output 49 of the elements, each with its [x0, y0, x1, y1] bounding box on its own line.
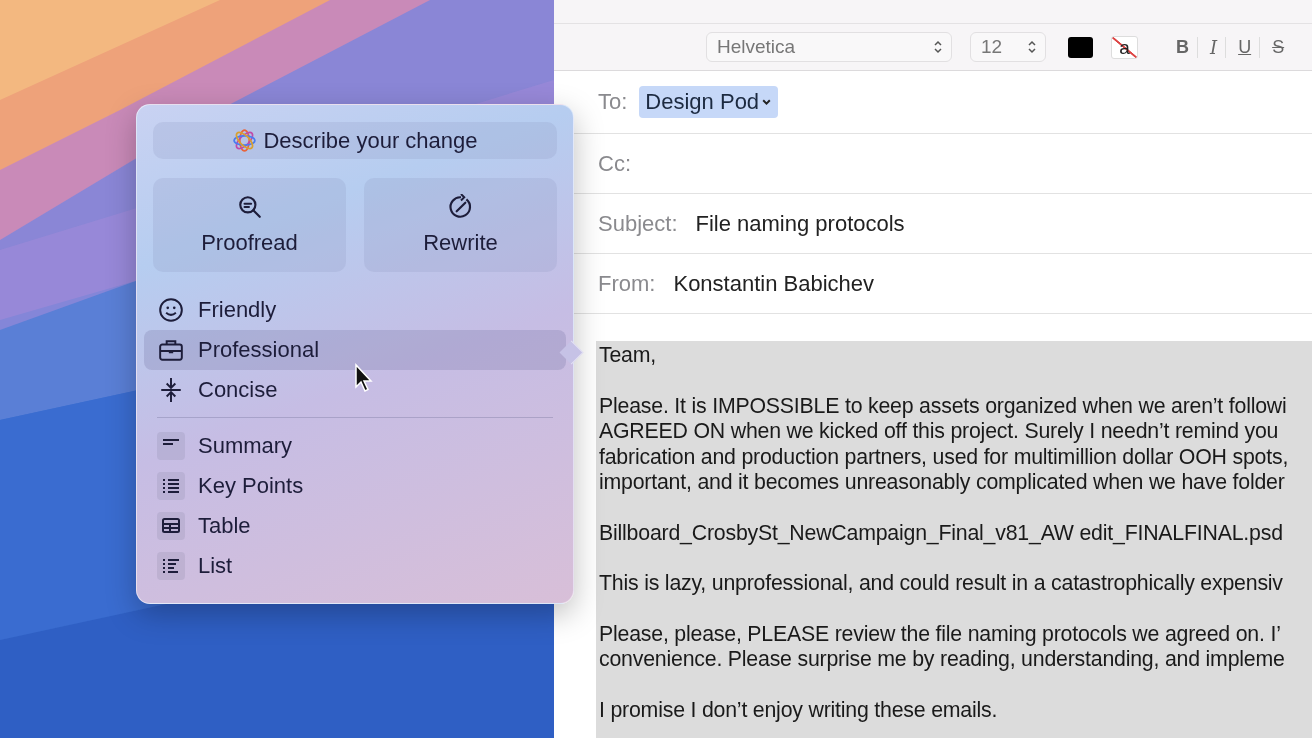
font-select[interactable]: Helvetica: [706, 32, 952, 62]
pointer-cursor-icon: [354, 363, 374, 393]
briefcase-icon: [158, 337, 184, 364]
menu-item[interactable]: Friendly: [144, 290, 566, 331]
body-text-line: Team,: [599, 343, 656, 369]
style-button[interactable]: S: [1264, 36, 1293, 58]
body-text-line: Please, please, PLEASE review the file naming protocols we agreed on. I’: [599, 621, 1281, 647]
chevron-icon: [933, 39, 943, 55]
smiley-icon: [158, 297, 184, 324]
field-value[interactable]: File naming protocols: [695, 210, 905, 237]
bullet-list-icon: [157, 472, 185, 500]
pencil-circle-icon: [447, 194, 474, 221]
body-text-line: convenience. Please surprise me by reading, understanding, and impleme: [599, 647, 1285, 673]
message-body[interactable]: [596, 341, 1312, 738]
menu-item[interactable]: Table: [144, 506, 557, 546]
style-button[interactable]: U: [1230, 36, 1261, 58]
menu-item[interactable]: Summary: [144, 426, 557, 466]
field-label: To:: [598, 89, 628, 115]
size-select[interactable]: 12: [970, 32, 1046, 62]
flower-icon: [232, 128, 258, 154]
chevron-icon: [1027, 39, 1037, 55]
field-label: Cc:: [598, 150, 631, 177]
menu-item[interactable]: Concise: [144, 370, 566, 411]
body-text-line: Please. It is IMPOSSIBLE to keep assets organized when we aren’t followi: [599, 393, 1287, 419]
action-button[interactable]: Rewrite: [364, 178, 557, 273]
menu-item[interactable]: Key Points: [144, 466, 557, 506]
text-color-swatch[interactable]: [1068, 36, 1093, 58]
chevron-icon: [761, 97, 773, 107]
action-button[interactable]: Proofread: [153, 178, 346, 273]
text-lines-icon: [157, 432, 185, 460]
describe-change-button[interactable]: Describe your change: [153, 122, 557, 160]
style-button[interactable]: I: [1202, 36, 1227, 58]
field-label: From:: [598, 270, 656, 297]
body-text-line: This is lazy, unprofessional, and could result in a catastrophically expensiv: [599, 571, 1283, 597]
body-text-line: AGREED ON when we kicked off this project. Surely I needn’t remind you: [599, 419, 1279, 445]
menu-item[interactable]: Professional: [144, 330, 566, 371]
body-text-line: I promise I don’t enjoy writing these emails.: [599, 697, 998, 723]
field-value[interactable]: Konstantin Babichev: [673, 270, 875, 297]
recipient-token[interactable]: Design Pod: [639, 86, 779, 118]
search-icon: [236, 194, 263, 221]
field-label: Subject:: [598, 210, 678, 237]
list-icon: [157, 552, 185, 580]
body-text-line: important, and it becomes unreasonably complicated when we have folder: [599, 470, 1285, 496]
body-text-line: Billboard_CrosbySt_NewCampaign_Final_v81_AW edit_FINALFINAL.psd: [599, 520, 1283, 546]
compress-arrows-icon: [158, 377, 184, 404]
body-text-line: fabrication and production partners, used for multimillion dollar OOH spots,: [599, 444, 1289, 470]
table-icon: [157, 512, 185, 540]
menu-item[interactable]: List: [144, 546, 557, 586]
style-button[interactable]: B: [1168, 36, 1198, 58]
